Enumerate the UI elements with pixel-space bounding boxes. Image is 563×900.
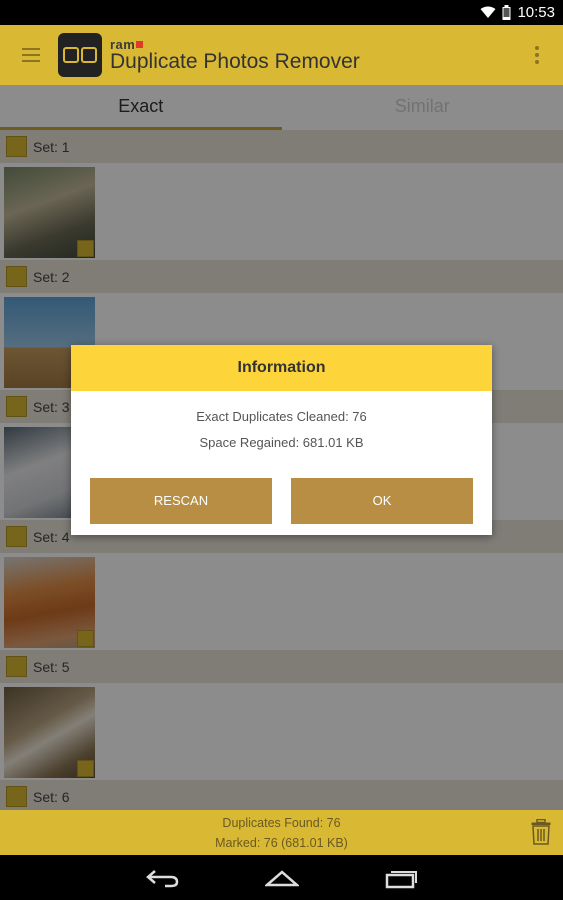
ok-button[interactable]: OK [291, 478, 473, 524]
marked-text: Marked: 76 (681.01 KB) [215, 836, 348, 850]
menu-icon[interactable] [22, 25, 52, 85]
duplicates-found-text: Duplicates Found: 76 [222, 816, 341, 830]
duplicates-cleaned-text: Exact Duplicates Cleaned: 76 [196, 409, 367, 424]
trash-icon[interactable] [531, 819, 551, 845]
app-logo [58, 33, 102, 77]
summary-footer: Duplicates Found: 76 Marked: 76 (681.01 … [0, 810, 563, 855]
dialog-title: Information [71, 345, 492, 391]
app-title: Duplicate Photos Remover [110, 50, 360, 73]
rescan-button[interactable]: RESCAN [90, 478, 272, 524]
recents-icon[interactable] [385, 867, 419, 889]
home-icon[interactable] [264, 868, 299, 888]
information-dialog: Information Exact Duplicates Cleaned: 76… [71, 345, 492, 535]
back-icon[interactable] [145, 868, 179, 888]
overflow-menu-icon[interactable] [535, 46, 539, 64]
app-bar: ram Duplicate Photos Remover [0, 25, 563, 85]
clock: 10:53 [517, 4, 555, 21]
status-bar: 10:53 [0, 0, 563, 25]
system-nav-bar [0, 855, 563, 900]
wifi-icon [480, 6, 496, 18]
battery-icon [502, 5, 511, 20]
space-regained-text: Space Regained: 681.01 KB [199, 435, 364, 450]
